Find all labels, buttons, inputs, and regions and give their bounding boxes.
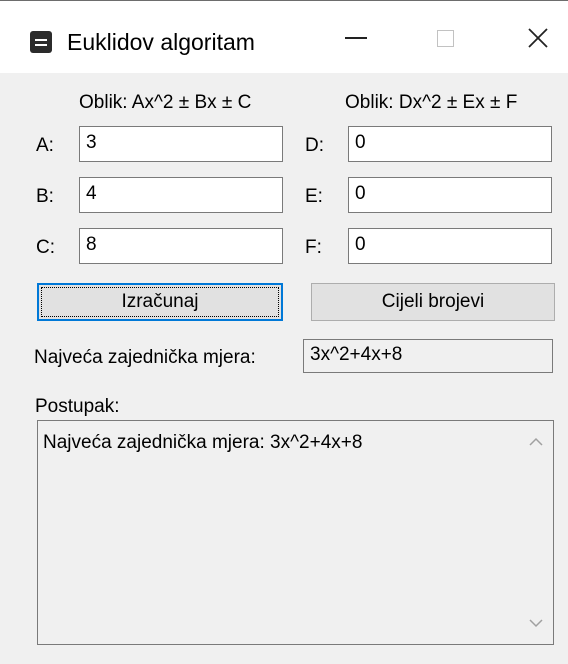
input-b[interactable]: 4 bbox=[79, 177, 283, 213]
procedure-textarea[interactable]: Najveća zajednička mjera: 3x^2+4x+8 bbox=[37, 420, 554, 645]
result-field[interactable]: 3x^2+4x+8 bbox=[303, 339, 553, 373]
label-c: C: bbox=[36, 237, 55, 258]
input-e[interactable]: 0 bbox=[348, 177, 552, 213]
close-icon bbox=[528, 28, 548, 48]
main-window: Euklidov algoritam Oblik: Ax^2 ± Bx ± C … bbox=[0, 0, 568, 664]
close-button[interactable] bbox=[509, 9, 567, 67]
scroll-up-button[interactable] bbox=[519, 425, 553, 459]
procedure-text: Najveća zajednička mjera: 3x^2+4x+8 bbox=[43, 432, 363, 453]
maximize-icon bbox=[436, 29, 454, 47]
label-b: B: bbox=[36, 186, 54, 207]
integers-button-label: Cijeli brojevi bbox=[381, 291, 485, 312]
minimize-icon bbox=[345, 37, 367, 39]
scroll-down-button[interactable] bbox=[519, 606, 553, 640]
hint-left: Oblik: Ax^2 ± Bx ± C bbox=[79, 92, 252, 113]
input-f[interactable]: 0 bbox=[348, 228, 552, 264]
label-d: D: bbox=[305, 135, 324, 156]
chevron-up-icon bbox=[529, 437, 543, 446]
form-icon bbox=[30, 31, 52, 53]
maximize-button bbox=[416, 9, 474, 67]
label-a: A: bbox=[36, 135, 54, 156]
calculate-button[interactable]: Izračunaj bbox=[37, 283, 283, 321]
label-e: E: bbox=[305, 186, 323, 207]
vertical-scrollbar[interactable] bbox=[519, 421, 553, 644]
minimize-button[interactable] bbox=[327, 9, 385, 67]
input-a[interactable]: 3 bbox=[79, 126, 283, 162]
hint-right: Oblik: Dx^2 ± Ex ± F bbox=[345, 92, 518, 113]
input-d[interactable]: 0 bbox=[348, 126, 552, 162]
result-label: Najveća zajednička mjera: bbox=[34, 347, 256, 368]
calculate-button-label: Izračunaj bbox=[121, 291, 199, 312]
chevron-down-icon bbox=[529, 619, 543, 628]
input-c[interactable]: 8 bbox=[79, 228, 283, 264]
integers-button[interactable]: Cijeli brojevi bbox=[311, 283, 555, 321]
title-bar[interactable]: Euklidov algoritam bbox=[0, 1, 568, 73]
window-title: Euklidov algoritam bbox=[67, 29, 255, 55]
label-f: F: bbox=[305, 237, 322, 258]
procedure-label: Postupak: bbox=[35, 396, 120, 417]
